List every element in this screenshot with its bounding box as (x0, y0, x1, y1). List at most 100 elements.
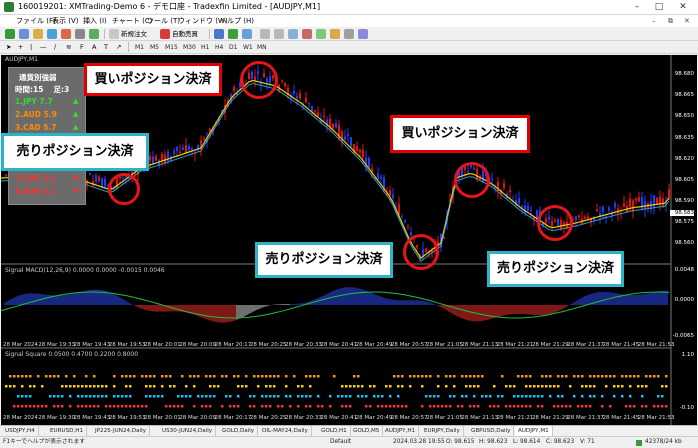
tab-gold-h1[interactable]: GOLD,H1 (318, 426, 351, 436)
terminal-icon[interactable] (75, 29, 85, 39)
channel-icon[interactable]: ≋ (66, 42, 71, 52)
signal-dot (473, 385, 476, 388)
crosshair-icon[interactable]: + (18, 42, 23, 52)
chart-shift-icon[interactable] (316, 29, 326, 39)
signal-dot (289, 405, 292, 408)
maximize-button[interactable]: □ (648, 0, 670, 14)
app-icon (4, 2, 14, 12)
tab-audjpy-m1[interactable]: AUDJPY,M1 (515, 426, 553, 436)
trendline-icon[interactable]: ∕ (54, 42, 56, 52)
label-tool-icon[interactable]: T (104, 42, 108, 52)
signal-dot (461, 375, 464, 378)
timeframe-m30[interactable]: M30 (180, 42, 199, 53)
menu-minimize-icon[interactable]: – (652, 15, 656, 27)
indicators-icon[interactable] (330, 29, 340, 39)
cursor-icon[interactable]: ➤ (6, 42, 11, 52)
zoom-in-icon[interactable] (260, 29, 270, 39)
horizontal-line-icon[interactable]: — (40, 42, 47, 52)
timeframe-h4[interactable]: H4 (212, 42, 226, 53)
fibonacci-icon[interactable]: F (80, 42, 84, 52)
signal-dot (265, 405, 268, 408)
signal-dot (197, 395, 200, 398)
close-button[interactable]: ✕ (672, 0, 694, 14)
tab-eurjpy-daily[interactable]: EURJPY,Daily (421, 426, 464, 436)
menu-view[interactable]: 表示 (V) (52, 15, 78, 27)
tab-oil-daily[interactable]: OIL-MAY24,Daily (259, 426, 312, 436)
tab-gold-m5[interactable]: GOLD,M5 (350, 426, 384, 436)
market-watch-icon[interactable] (33, 29, 43, 39)
signal-dot (489, 405, 492, 408)
menu-tools[interactable]: ツール (T) (147, 15, 180, 27)
signal-dot (433, 395, 436, 398)
timeframe-m5[interactable]: M5 (147, 42, 162, 53)
menu-help[interactable]: ヘルプ (H) (220, 15, 254, 27)
tab-gbpusd-daily[interactable]: GBPUSD,Daily (468, 426, 515, 436)
periods-icon[interactable] (344, 29, 354, 39)
signal-dot (297, 395, 300, 398)
callout-buy-exit-2: 買いポジション決済 (390, 115, 530, 153)
menu-close-icon[interactable]: ✕ (684, 15, 690, 27)
tab-eurusd-h1[interactable]: EURUSD,H1 (47, 426, 88, 436)
signal-dot (397, 395, 400, 398)
menu-file[interactable]: ファイル (F) (16, 15, 56, 27)
signal-dot (73, 385, 76, 388)
new-order-button[interactable]: 新規注文 (121, 29, 147, 39)
candle-body (578, 215, 580, 218)
status-low: L: 98.614 (513, 439, 541, 445)
candle-body (362, 149, 364, 158)
strength-row-8: 8.EUR 3.1 (15, 187, 56, 196)
autoscroll-icon[interactable] (302, 29, 312, 39)
signal-dot (645, 385, 648, 388)
text-tool-icon[interactable]: A (92, 42, 96, 52)
timeframe-h1[interactable]: H1 (198, 42, 212, 53)
timeframe-d1[interactable]: D1 (226, 42, 240, 53)
signal-dot (665, 385, 668, 388)
navigator-icon[interactable] (61, 29, 71, 39)
timeframe-mn[interactable]: MN (254, 42, 270, 53)
time-tick: 28 Mar 20:41 (320, 342, 358, 348)
signal-dot (305, 405, 308, 408)
tile-windows-icon[interactable] (288, 29, 298, 39)
auto-trade-icon (160, 29, 170, 39)
arrow-tool-icon[interactable]: ↗ (116, 42, 121, 52)
signal-dot (557, 385, 560, 388)
menu-restore-icon[interactable]: ⧉ (668, 15, 673, 27)
data-window-icon[interactable] (47, 29, 57, 39)
signal-dot (13, 405, 16, 408)
signal-dot (517, 375, 520, 378)
chart-window[interactable]: AUDJPY,M1 Signal MACD(12,26,9) 0.0000 0.… (1, 55, 697, 425)
signal-dot (349, 395, 352, 398)
candlestick-icon[interactable] (228, 29, 238, 39)
tab-us30-daily[interactable]: US30-JUN24,Daily (159, 426, 217, 436)
new-chart-icon[interactable] (5, 29, 15, 39)
timeframe-m15[interactable]: M15 (162, 42, 181, 53)
zoom-out-icon[interactable] (274, 29, 284, 39)
profiles-icon[interactable] (19, 29, 29, 39)
auto-trade-button[interactable]: 自動売買 (172, 29, 198, 39)
minimize-button[interactable]: – (626, 0, 648, 14)
timeframe-m1[interactable]: M1 (132, 42, 147, 53)
signal-dot (633, 375, 636, 378)
signal-dot (209, 405, 212, 408)
tab-gold-daily[interactable]: GOLD,Daily (219, 426, 259, 436)
signal-dot (141, 405, 144, 408)
menu-insert[interactable]: 挿入 (I) (83, 15, 107, 27)
signal-dot (125, 395, 128, 398)
tab-usdjpy-h4[interactable]: USDJPY,H4 (2, 426, 39, 436)
tester-icon[interactable] (89, 29, 99, 39)
candle-body (596, 209, 598, 212)
templates-icon[interactable] (358, 29, 368, 39)
signal-dot (133, 405, 136, 408)
bar-chart-icon[interactable] (214, 29, 224, 39)
line-chart-icon[interactable] (242, 29, 252, 39)
tab-jp225-daily[interactable]: JP225-JUN24,Daily (92, 426, 151, 436)
signal-dot (477, 375, 480, 378)
signal-dot (509, 405, 512, 408)
signal-dot (185, 385, 188, 388)
title-bar: 160019201: XMTrading-Demo 6 - デモ口座 - Tra… (0, 0, 698, 15)
signal-dot (317, 405, 320, 408)
signal-dot (57, 395, 60, 398)
signal-dot (357, 395, 360, 398)
vertical-line-icon[interactable]: | (30, 42, 32, 52)
tab-audjpy-h1[interactable]: AUDJPY,H1 (382, 426, 420, 436)
